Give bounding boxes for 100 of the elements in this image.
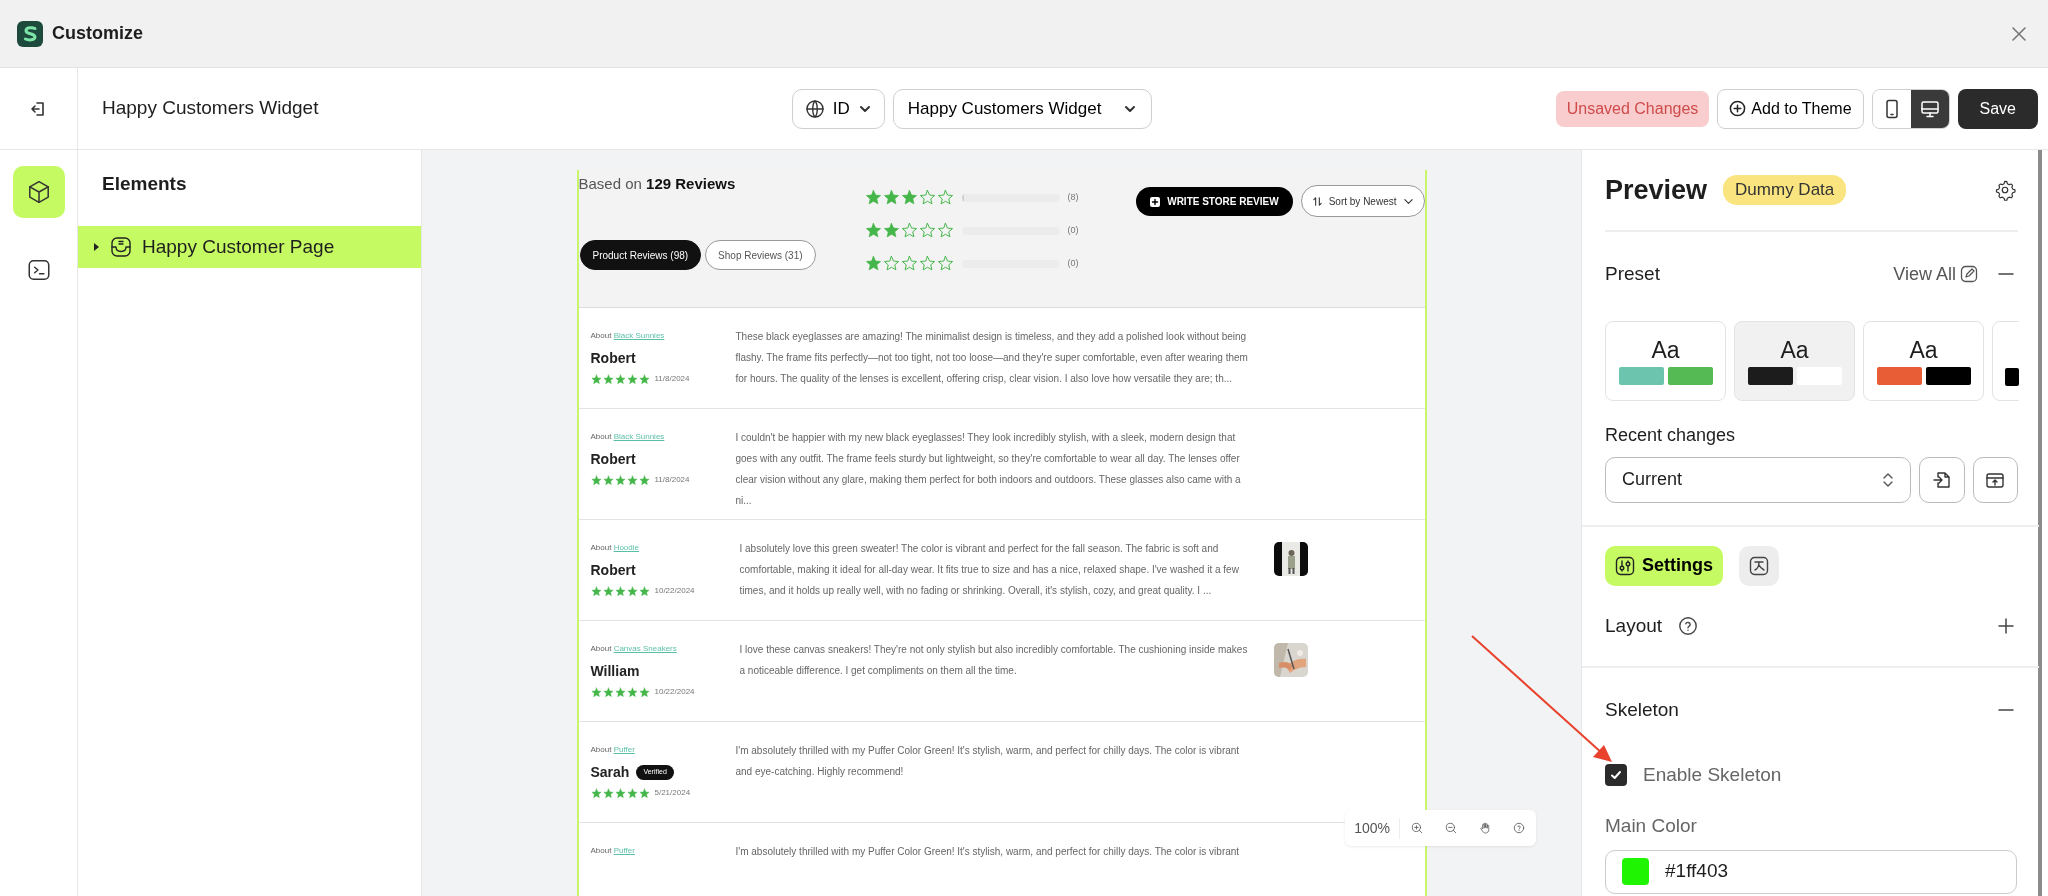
version-select[interactable]: Current: [1605, 456, 1912, 503]
star-icon: [614, 373, 626, 385]
logo-icon: [16, 19, 44, 48]
phone-icon: [1884, 98, 1899, 119]
help-icon[interactable]: [1678, 615, 1699, 636]
translate-tab[interactable]: [1739, 545, 1779, 586]
status-badge: Unsaved Changes: [1555, 90, 1710, 127]
settings-tab[interactable]: Settings: [1605, 545, 1723, 586]
review-tab[interactable]: Product Reviews (98): [579, 240, 702, 270]
star-icon: [864, 222, 882, 239]
caret-icon[interactable]: [92, 242, 100, 252]
import-button[interactable]: [1919, 456, 1965, 503]
empty-star-icon: [918, 222, 936, 239]
reviewer-name: Sarah: [590, 763, 630, 782]
elements-tab[interactable]: [12, 166, 65, 218]
language-dropdown[interactable]: ID: [791, 88, 885, 129]
preset-card[interactable]: Aa: [1863, 320, 1984, 401]
empty-star-icon: [936, 255, 954, 272]
star-icon: [638, 787, 650, 799]
field-label: Main Color: [1605, 814, 1698, 838]
reviewer-name: Robert: [590, 349, 636, 368]
review-product-line: About Canvas Sneakers: [590, 643, 678, 655]
empty-star-icon: [936, 189, 954, 206]
star-icon: [626, 474, 638, 486]
sort-dropdown[interactable]: Sort by Newest: [1300, 185, 1425, 217]
reviewer-name: Robert: [590, 450, 636, 469]
star-icon: [614, 686, 626, 698]
review-date: 5/21/2024: [654, 787, 691, 799]
star-icon: [590, 787, 602, 799]
star-icon: [614, 474, 626, 486]
star-icon: [864, 255, 882, 272]
color-field[interactable]: #1ff403: [1605, 849, 2017, 894]
empty-star-icon: [936, 222, 954, 239]
rating-count: (0): [1067, 256, 1079, 270]
review-summary: Based on 129 Reviews: [578, 174, 737, 194]
window-title: Customize: [52, 22, 143, 45]
close-icon[interactable]: [2010, 24, 2028, 43]
star-icon: [602, 474, 614, 486]
review-date: 11/8/2024: [654, 373, 690, 385]
star-icon: [882, 222, 900, 239]
reviewer-name: William: [590, 662, 640, 681]
star-icon: [626, 787, 638, 799]
add-to-theme-button[interactable]: Add to Theme: [1717, 88, 1864, 129]
review-date: 11/8/2024: [654, 474, 690, 486]
data-badge: Dummy Data: [1723, 175, 1847, 205]
preset-card[interactable]: Aa: [1734, 320, 1855, 401]
star-icon: [864, 189, 882, 206]
star-icon: [900, 189, 918, 206]
monitor-icon: [1919, 98, 1940, 119]
star-icon: [638, 686, 650, 698]
expand-icon[interactable]: [1998, 617, 2014, 634]
star-icon: [590, 373, 602, 385]
translate-icon: [1749, 555, 1769, 576]
globe-icon: [804, 98, 825, 119]
reviewer-name: Robert: [590, 561, 636, 580]
preset-card[interactable]: Aa: [1605, 320, 1726, 401]
review-text: These black eyeglasses are amazing! The minimalist design is timeless, and they add a polished look without being flashy. The frame fits perfectly—not too tight, not too loose—and they're super comfortable, even after wearing them for hours. The quality of the lenses is excellent, offering crisp, clear vision. I also love how versatile they are; th...: [735, 330, 1249, 386]
pencil-icon: [1960, 265, 1978, 284]
star-icon: [626, 585, 638, 597]
write-review-button[interactable]: WRITE STORE REVIEW: [1136, 187, 1293, 216]
zoom-level: 100%: [1345, 817, 1400, 839]
review-product-line: About Black Sunnies: [590, 431, 666, 443]
review-product-line: About Puffer: [590, 744, 636, 756]
star-icon: [638, 474, 650, 486]
tree-item[interactable]: Happy Customer Page: [78, 226, 421, 268]
sliders-icon: [1615, 555, 1635, 576]
plus-square-icon: [1150, 196, 1161, 207]
up-down-icon: [1882, 471, 1895, 488]
star-icon: [590, 585, 602, 597]
settings-icon[interactable]: [1994, 179, 2016, 201]
widget-dropdown[interactable]: Happy Customers Widget: [892, 88, 1153, 129]
star-icon: [614, 585, 626, 597]
checkbox-label: Enable Skeleton: [1643, 762, 1782, 787]
section-title: Layout: [1605, 613, 1663, 638]
export-button[interactable]: [1972, 456, 2018, 503]
rating-count: (8): [1067, 190, 1079, 204]
review-product-line: About Puffer: [590, 845, 636, 857]
view-all-link[interactable]: View All: [1893, 260, 1978, 288]
star-icon: [638, 373, 650, 385]
star-icon: [626, 373, 638, 385]
section-title: Preset: [1605, 262, 1660, 286]
review-tab[interactable]: Shop Reviews (31): [705, 240, 816, 270]
star-icon: [614, 787, 626, 799]
check-icon: [1610, 768, 1622, 781]
rating-count: (0): [1067, 223, 1079, 237]
checkbox[interactable]: [1605, 763, 1627, 786]
save-button[interactable]: Save: [1957, 88, 2038, 129]
star-icon: [602, 787, 614, 799]
review-text: I couldn't be happier with my new black eyeglasses! They look incredibly stylish, with a sleek, modern design that goes with any outfit. The frame feels sturdy but lightweight, so they're comfortable to wear all day. The lenses offer clear vision without any glare, making them perfect for both indoors and outdoors. These glasses also came with a ni...: [735, 431, 1242, 508]
review-product-line: About Black Sunnies: [590, 330, 666, 342]
star-icon: [602, 585, 614, 597]
terminal-icon: [25, 257, 52, 283]
star-icon: [602, 686, 614, 698]
empty-star-icon: [900, 255, 918, 272]
review-date: 10/22/2024: [654, 686, 695, 698]
desktop-view-button[interactable]: [1910, 89, 1949, 128]
panel-title: Elements: [101, 172, 188, 196]
page-title: Happy Customers Widget: [101, 96, 319, 121]
star-icon: [626, 686, 638, 698]
panel-title: Preview: [1605, 173, 1708, 207]
